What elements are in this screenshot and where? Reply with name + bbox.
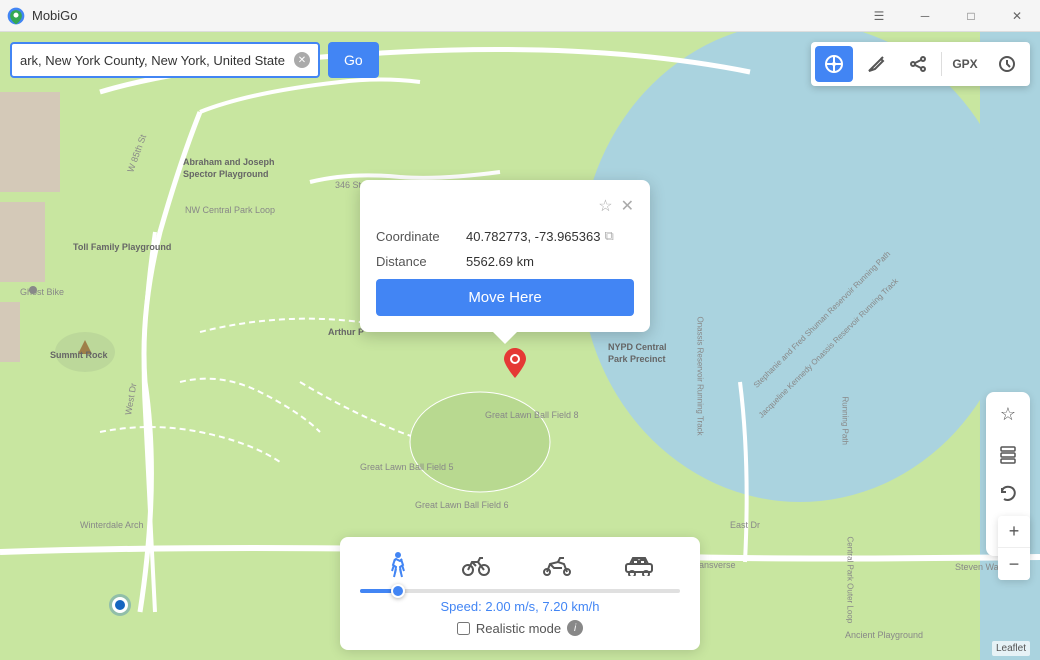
bottom-panel: Speed: 2.00 m/s, 7.20 km/h Realistic mod… <box>340 537 700 650</box>
search-clear-btn[interactable]: ✕ <box>294 52 310 68</box>
speed-value: 2.00 m/s, 7.20 km/h <box>485 599 599 614</box>
share-btn[interactable] <box>899 46 937 82</box>
app-title: MobiGo <box>32 8 856 23</box>
popup-header: ☆ ✕ <box>376 196 634 216</box>
zoom-out-btn[interactable]: − <box>998 548 1030 580</box>
teleport-btn[interactable] <box>815 46 853 82</box>
top-toolbar: GPX <box>811 42 1030 86</box>
current-location-dot <box>112 597 128 613</box>
scooter-mode[interactable] <box>542 554 572 576</box>
walk-mode[interactable] <box>386 551 410 579</box>
map-container[interactable]: 86th Street Abraham and JosephSpector Pl… <box>0 32 1040 660</box>
popup-tail <box>493 332 517 344</box>
close-btn[interactable]: ✕ <box>994 0 1040 32</box>
zoom-controls: + − <box>998 516 1030 580</box>
minimize-btn[interactable]: ─ <box>902 0 948 32</box>
search-bar: ✕ Go <box>10 42 379 78</box>
history-btn[interactable] <box>988 46 1026 82</box>
popup-distance-label: Distance <box>376 254 466 269</box>
star-tool-btn[interactable]: ☆ <box>990 396 1026 432</box>
popup-copy-btn[interactable]: ⧉ <box>604 228 613 244</box>
pin-marker <box>504 348 526 383</box>
maximize-btn[interactable]: □ <box>948 0 994 32</box>
hamburger-btn[interactable]: ☰ <box>856 0 902 32</box>
popup-coordinate-row: Coordinate 40.782773, -73.965363 ⧉ <box>376 228 634 244</box>
transport-modes <box>360 551 680 579</box>
popup-distance-value: 5562.69 km <box>466 254 634 269</box>
speed-slider-wrap <box>360 589 680 593</box>
popup-distance-row: Distance 5562.69 km <box>376 254 634 269</box>
realistic-mode-info-icon[interactable]: i <box>567 620 583 636</box>
layers-tool-btn[interactable] <box>990 436 1026 472</box>
location-popup: ☆ ✕ Coordinate 40.782773, -73.965363 ⧉ D… <box>360 180 650 332</box>
popup-close-btn[interactable]: ✕ <box>621 196 634 216</box>
popup-coordinate-label: Coordinate <box>376 229 466 244</box>
speed-text: Speed: 2.00 m/s, 7.20 km/h <box>360 599 680 614</box>
toolbar-divider <box>941 52 942 76</box>
popup-coordinate-value: 40.782773, -73.965363 ⧉ <box>466 228 634 244</box>
zoom-in-btn[interactable]: + <box>998 516 1030 548</box>
realistic-mode-checkbox[interactable] <box>457 622 470 635</box>
search-input[interactable] <box>20 53 294 68</box>
popup-star-btn[interactable]: ☆ <box>598 196 612 216</box>
go-button[interactable]: Go <box>328 42 379 78</box>
move-here-btn[interactable]: Move Here <box>376 279 634 316</box>
speed-slider[interactable] <box>360 589 680 593</box>
car-mode[interactable] <box>624 554 654 576</box>
undo-tool-btn[interactable] <box>990 476 1026 512</box>
bike-mode[interactable] <box>462 554 490 576</box>
titlebar: MobiGo ☰ ─ □ ✕ <box>0 0 1040 32</box>
realistic-mode-label: Realistic mode <box>476 621 561 636</box>
pen-btn[interactable] <box>857 46 895 82</box>
gpx-btn[interactable]: GPX <box>946 46 984 82</box>
app-logo <box>0 0 32 32</box>
realistic-mode: Realistic mode i <box>360 620 680 636</box>
leaflet-attribution: Leaflet <box>992 641 1030 656</box>
window-controls: ☰ ─ □ ✕ <box>856 0 1040 32</box>
search-input-wrap[interactable]: ✕ <box>10 42 320 78</box>
